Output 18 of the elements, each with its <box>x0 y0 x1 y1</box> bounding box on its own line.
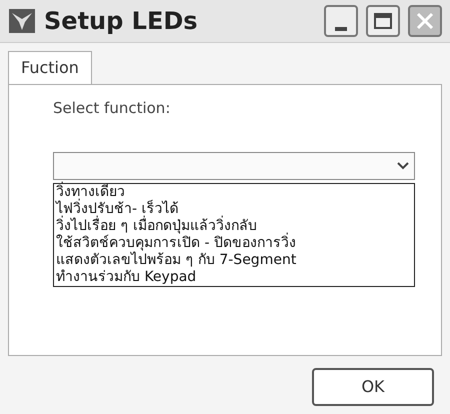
close-button[interactable] <box>408 5 442 37</box>
ok-button[interactable]: OK <box>312 368 434 406</box>
app-icon <box>8 8 36 34</box>
maximize-button[interactable] <box>366 5 400 37</box>
window-title: Setup LEDs <box>44 6 199 37</box>
minimize-button[interactable] <box>324 5 358 37</box>
dropdown-option[interactable]: วิ่งทางเดียว <box>54 184 414 200</box>
tab[interactable]: Fuction <box>8 51 92 84</box>
function-dropdown[interactable] <box>53 152 415 180</box>
chevron-down-icon <box>396 160 410 170</box>
dropdown-option[interactable]: วิ่งไปเรื่อย ๆ เมื่อกดปุ่มแล้ววิ่งกลับ <box>54 218 414 234</box>
close-icon <box>416 12 434 30</box>
dropdown-option[interactable]: ใช้สวิตช์ควบคุมการเปิด - ปิดของการวิ่ง <box>54 234 414 252</box>
field-label: Select function: <box>53 98 172 119</box>
minimize-icon <box>335 27 347 31</box>
maximize-icon <box>374 13 392 29</box>
dropdown-option[interactable]: แสดงตัวเลขไปพร้อม ๆ กับ 7-Segment <box>54 252 414 268</box>
dropdown-option[interactable]: ทำงานร่วมกับ Keypad <box>54 268 414 286</box>
